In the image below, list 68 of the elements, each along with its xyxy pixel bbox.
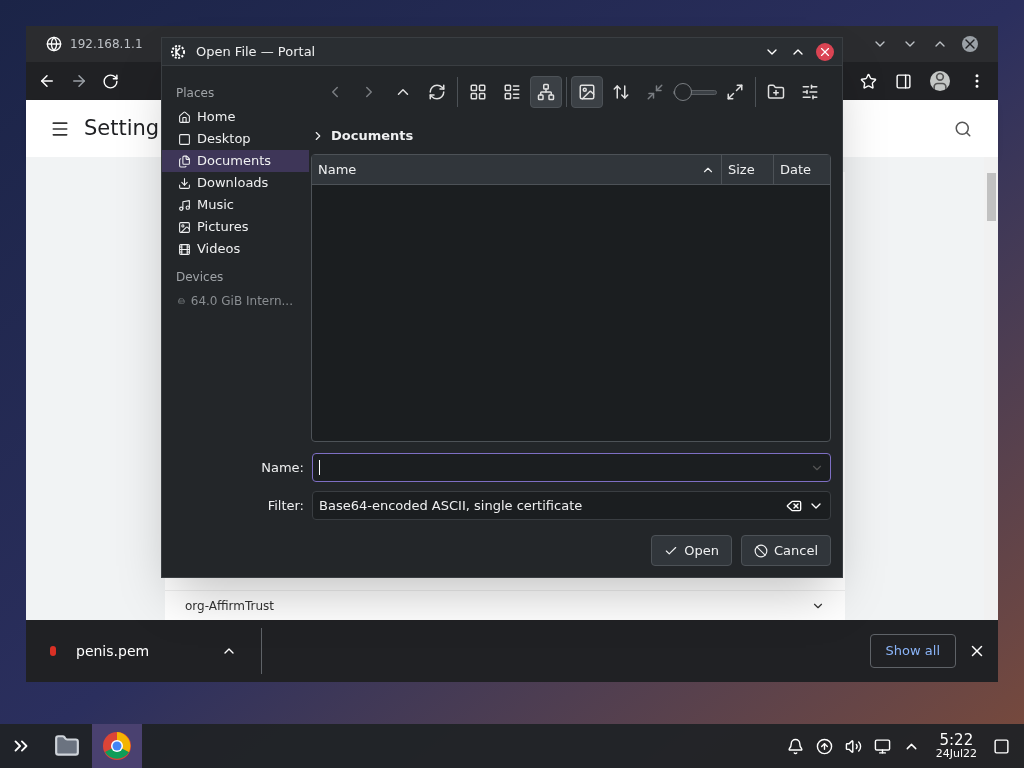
- page-title: Setting: [84, 114, 160, 142]
- reload-icon: [428, 83, 446, 101]
- forward-icon[interactable]: [70, 72, 88, 90]
- column-header[interactable]: Date: [773, 155, 830, 184]
- place-item[interactable]: Pictures: [162, 216, 309, 238]
- window-title: Open File — Portal: [196, 42, 316, 61]
- view-mode-button[interactable]: [530, 76, 562, 108]
- close-icon[interactable]: [962, 36, 978, 52]
- place-icon: [178, 132, 191, 146]
- section-heading: Places: [175, 85, 216, 102]
- field-label: Name:: [260, 458, 304, 477]
- clock-time[interactable]: 5:22: [939, 733, 974, 748]
- tab-title: 192.168.1.1: [70, 36, 143, 53]
- update-icon[interactable]: [815, 737, 833, 755]
- download-filename[interactable]: penis.pem: [76, 640, 150, 662]
- preview-button[interactable]: [571, 76, 603, 108]
- open-button[interactable]: Open: [651, 535, 732, 566]
- place-item[interactable]: Desktop: [162, 128, 309, 150]
- place-icon: [178, 220, 191, 234]
- globe-icon: [46, 36, 62, 52]
- bookmark-star-icon[interactable]: [860, 72, 877, 90]
- view-mode-icon: [469, 83, 487, 101]
- image-icon: [578, 83, 596, 101]
- file-icon: [50, 646, 56, 656]
- view-mode-icon: [503, 83, 521, 101]
- app-logo-icon: [170, 43, 186, 60]
- back-icon[interactable]: [38, 72, 56, 90]
- place-icon: [178, 110, 191, 124]
- sliders-icon: [801, 83, 819, 101]
- sort-icon: [612, 83, 630, 101]
- search-icon[interactable]: [954, 119, 972, 138]
- drive-icon: [178, 295, 185, 307]
- cancel-button[interactable]: Cancel: [740, 535, 831, 566]
- profile-avatar-icon[interactable]: [930, 71, 950, 91]
- column-header[interactable]: Name: [312, 155, 721, 184]
- field-label: Filter:: [266, 496, 304, 515]
- place-item[interactable]: Downloads: [162, 172, 309, 194]
- cancel-icon: [753, 543, 768, 558]
- shrink-icon: [646, 83, 664, 101]
- column-header[interactable]: Size: [721, 155, 773, 184]
- place-icon: [178, 154, 191, 168]
- section-heading: Devices: [175, 269, 225, 286]
- place-item[interactable]: Home: [162, 106, 309, 128]
- reload-icon[interactable]: [102, 72, 119, 90]
- browser-logo-icon: [102, 731, 132, 761]
- view-mode-icon: [537, 83, 555, 101]
- close-icon[interactable]: [816, 42, 834, 61]
- place-item[interactable]: Documents: [162, 150, 309, 172]
- place-icon: [178, 176, 191, 190]
- clock-date[interactable]: 24Jul22: [935, 748, 977, 759]
- name-input-field[interactable]: [312, 453, 831, 482]
- breadcrumb[interactable]: Documents: [331, 126, 414, 146]
- side-panel-icon[interactable]: [895, 72, 912, 90]
- filter-combo-field[interactable]: Base64-encoded ASCII, single certificate: [312, 491, 831, 520]
- folder-icon: [54, 733, 80, 759]
- expand-icon: [726, 83, 744, 101]
- place-item[interactable]: Videos: [162, 238, 309, 260]
- network-icon[interactable]: [873, 737, 891, 755]
- notification-bell-icon[interactable]: [786, 737, 804, 755]
- zoom-slider[interactable]: [673, 83, 717, 101]
- folder-plus-icon: [767, 83, 785, 101]
- place-icon: [178, 242, 191, 256]
- taskbar-app[interactable]: [92, 724, 142, 768]
- place-icon: [178, 198, 191, 212]
- show-desktop-icon[interactable]: [993, 737, 1010, 755]
- show-all-button[interactable]: Show all: [869, 634, 956, 668]
- place-item[interactable]: Music: [162, 194, 309, 216]
- volume-icon[interactable]: [844, 737, 862, 755]
